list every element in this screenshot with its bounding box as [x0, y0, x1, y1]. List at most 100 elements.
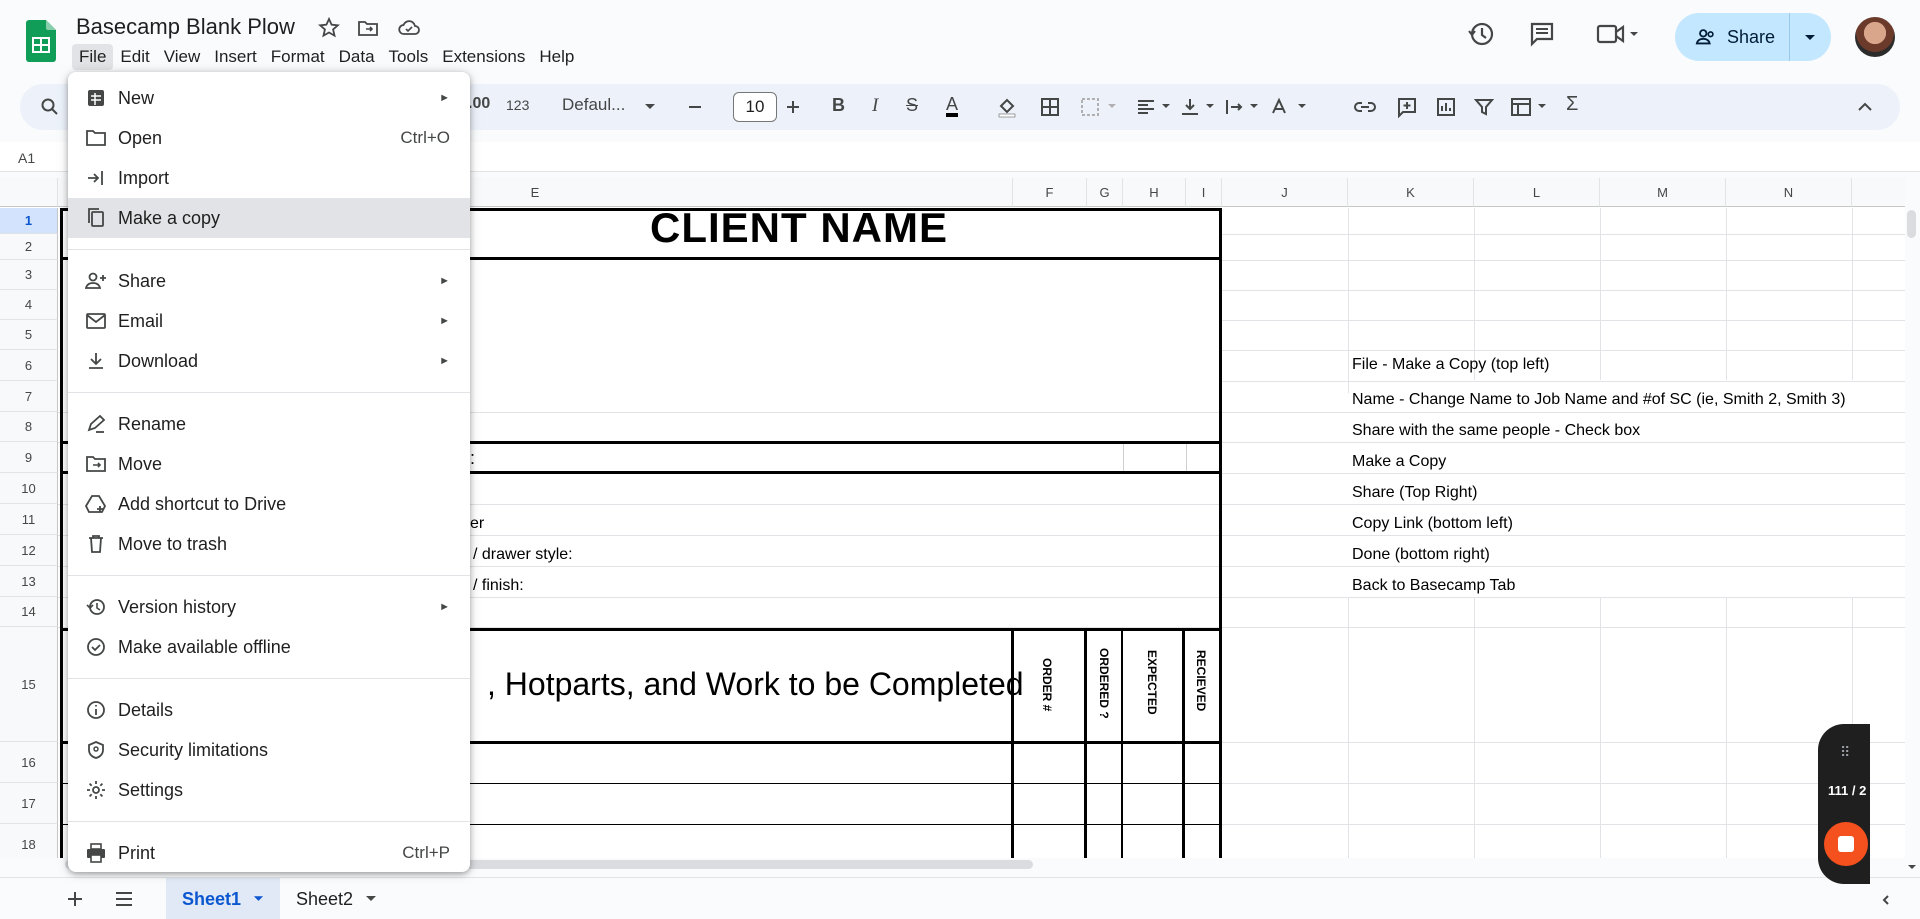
cell-e12[interactable]: / drawer style:	[473, 546, 573, 564]
row-header-13[interactable]: 13	[0, 566, 58, 597]
menu-item-rename[interactable]: Rename	[68, 404, 470, 444]
row-header-11[interactable]: 11	[0, 504, 58, 535]
stop-recording-button[interactable]	[1824, 822, 1868, 866]
italic-icon[interactable]: I	[872, 95, 878, 117]
menu-tools[interactable]: Tools	[382, 44, 436, 70]
menu-item-settings[interactable]: Settings	[68, 770, 470, 810]
instruction-2[interactable]: Name - Change Name to Job Name and #of S…	[1352, 391, 1846, 409]
select-all-corner[interactable]	[0, 178, 58, 207]
decrease-font-icon[interactable]	[686, 98, 704, 116]
comments-icon[interactable]	[1524, 16, 1560, 52]
row-header-10[interactable]: 10	[0, 473, 58, 504]
drag-handle-icon[interactable]: ⠿	[1840, 744, 1850, 761]
column-header-i[interactable]: I	[1186, 178, 1222, 207]
row-header-14[interactable]: 14	[0, 597, 58, 627]
row-header-12[interactable]: 12	[0, 535, 58, 566]
scroll-down-icon[interactable]	[1907, 862, 1917, 872]
client-name-cell[interactable]: CLIENT NAME	[650, 204, 948, 252]
more-formats-button[interactable]: 123	[506, 97, 529, 113]
column-header-f[interactable]: F	[1013, 178, 1087, 207]
menu-item-trash[interactable]: Move to trash	[68, 524, 470, 564]
add-sheet-icon[interactable]	[66, 890, 84, 908]
strikethrough-icon[interactable]: S	[906, 95, 918, 116]
cell-e15[interactable]: , Hotparts, and Work to be Completed	[487, 666, 1024, 703]
filter-views-icon[interactable]	[1510, 97, 1550, 117]
instruction-7[interactable]: Done (bottom right)	[1352, 546, 1490, 564]
row-header-18[interactable]: 18	[0, 824, 58, 858]
row-header-1[interactable]: 1	[0, 208, 58, 234]
row-header-8[interactable]: 8	[0, 412, 58, 442]
version-history-icon[interactable]	[1463, 16, 1499, 52]
menu-item-version-history[interactable]: Version history ►	[68, 587, 470, 627]
meet-video-icon[interactable]	[1592, 16, 1642, 52]
menu-item-add-shortcut[interactable]: Add shortcut to Drive	[68, 484, 470, 524]
menu-view[interactable]: View	[157, 44, 208, 70]
column-header-o[interactable]	[1852, 178, 1905, 207]
instruction-6[interactable]: Copy Link (bottom left)	[1352, 515, 1513, 533]
cell-e13[interactable]: / finish:	[473, 577, 524, 595]
menu-item-open[interactable]: Open Ctrl+O	[68, 118, 470, 158]
column-header-h[interactable]: H	[1123, 178, 1186, 207]
cell-e9[interactable]: :	[470, 448, 475, 469]
share-main-button[interactable]: Share	[1675, 13, 1790, 61]
sheets-logo-icon[interactable]	[26, 20, 56, 62]
menu-help[interactable]: Help	[532, 44, 581, 70]
column-header-l[interactable]: L	[1474, 178, 1600, 207]
menu-item-print[interactable]: Print Ctrl+P	[68, 833, 470, 873]
header-ordered[interactable]: ORDERED ?	[1097, 648, 1111, 719]
instruction-8[interactable]: Back to Basecamp Tab	[1352, 577, 1515, 595]
name-box[interactable]: A1	[18, 150, 35, 166]
menu-item-import[interactable]: Import	[68, 158, 470, 198]
menu-item-offline[interactable]: Make available offline	[68, 627, 470, 667]
filter-icon[interactable]	[1474, 97, 1494, 117]
star-icon[interactable]	[317, 16, 341, 40]
menu-extensions[interactable]: Extensions	[435, 44, 532, 70]
vertical-align-icon[interactable]	[1180, 97, 1220, 117]
merge-cells-icon[interactable]	[1080, 97, 1120, 117]
header-order-number[interactable]: ORDER #	[1040, 658, 1054, 711]
search-icon[interactable]	[40, 97, 60, 117]
instruction-5[interactable]: Share (Top Right)	[1352, 484, 1477, 502]
insert-comment-icon[interactable]	[1396, 96, 1418, 118]
move-folder-icon[interactable]	[356, 16, 380, 40]
text-wrap-icon[interactable]	[1224, 97, 1264, 117]
menu-edit[interactable]: Edit	[113, 44, 156, 70]
row-header-3[interactable]: 3	[0, 260, 58, 290]
fill-color-icon[interactable]	[996, 96, 1018, 118]
menu-item-new[interactable]: New ►	[68, 78, 470, 118]
row-header-6[interactable]: 6	[0, 350, 58, 381]
row-header-4[interactable]: 4	[0, 290, 58, 320]
menu-format[interactable]: Format	[264, 44, 332, 70]
insert-chart-icon[interactable]	[1436, 97, 1456, 117]
share-dropdown[interactable]	[1790, 30, 1830, 44]
increase-font-icon[interactable]	[784, 98, 802, 116]
row-header-15[interactable]: 15	[0, 627, 58, 742]
avatar[interactable]	[1855, 17, 1895, 57]
cloud-saved-icon[interactable]	[397, 16, 421, 40]
align-left-icon[interactable]	[1136, 97, 1176, 117]
menu-insert[interactable]: Insert	[207, 44, 264, 70]
menu-item-security[interactable]: Security limitations	[68, 730, 470, 770]
row-header-2[interactable]: 2	[0, 234, 58, 260]
increase-decimal-button[interactable]: .00	[468, 95, 490, 113]
row-header-17[interactable]: 17	[0, 783, 58, 824]
all-sheets-icon[interactable]	[114, 890, 134, 908]
functions-icon[interactable]: Σ	[1566, 93, 1578, 116]
header-recieved[interactable]: RECIEVED	[1194, 650, 1208, 711]
row-header-16[interactable]: 16	[0, 742, 58, 783]
share-button[interactable]: Share	[1675, 13, 1831, 61]
instruction-3[interactable]: Share with the same people - Check box	[1352, 422, 1640, 440]
column-header-n[interactable]: N	[1726, 178, 1852, 207]
tab-sheet2[interactable]: Sheet2	[280, 878, 394, 919]
text-rotation-icon[interactable]	[1270, 97, 1310, 117]
row-header-5[interactable]: 5	[0, 320, 58, 350]
row-header-7[interactable]: 7	[0, 381, 58, 412]
column-header-m[interactable]: M	[1600, 178, 1726, 207]
column-header-j[interactable]: J	[1222, 178, 1348, 207]
menu-item-details[interactable]: Details	[68, 690, 470, 730]
menu-item-share[interactable]: Share ►	[68, 261, 470, 301]
instruction-4[interactable]: Make a Copy	[1352, 453, 1446, 471]
tab-sheet1[interactable]: Sheet1	[166, 878, 280, 919]
column-header-k[interactable]: K	[1348, 178, 1474, 207]
menu-data[interactable]: Data	[332, 44, 382, 70]
